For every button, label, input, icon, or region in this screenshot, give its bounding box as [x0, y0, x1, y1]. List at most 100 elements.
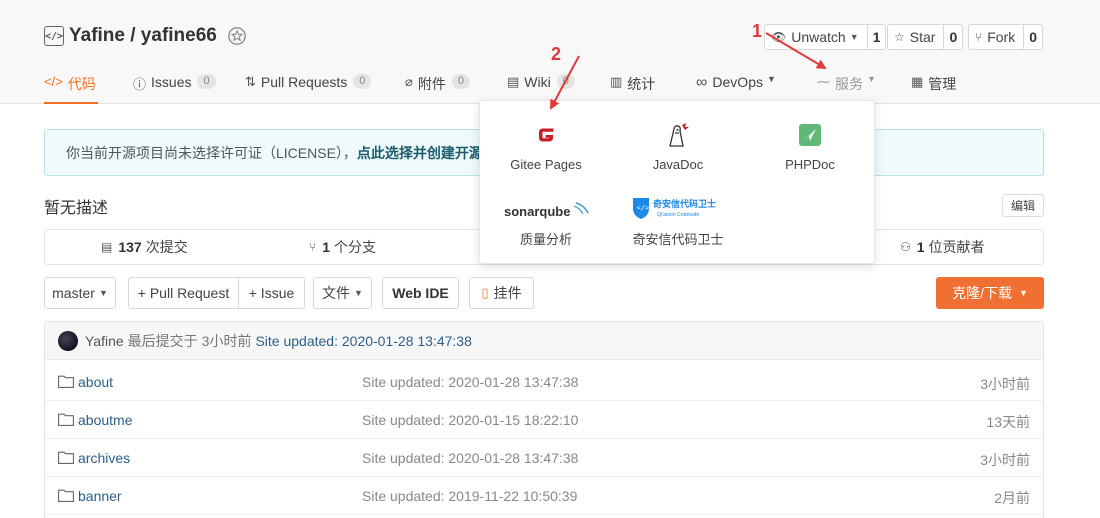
list-item[interactable]: archives Site updated: 2020-01-28 13:47:… — [45, 439, 1043, 477]
file-list: Yafine 最后提交于 3小时前 Site updated: 2020-01-… — [44, 321, 1044, 518]
contributors-label: 位贡献者 — [928, 239, 985, 255]
notice-text: 你当前开源项目尚未选择许可证（LICENSE）， — [66, 144, 357, 161]
star-button[interactable]: ☆ Star — [887, 24, 944, 50]
watch-count[interactable]: 1 — [866, 24, 887, 50]
issue-icon: ⓘ — [133, 77, 147, 92]
recommend-badge-icon — [228, 27, 246, 45]
branch-select[interactable]: master ▼ — [44, 277, 116, 309]
fork-button[interactable]: ⑂ Fork — [968, 24, 1024, 50]
phpdoc-icon — [799, 124, 821, 146]
file-commit-message[interactable]: Site updated: 2020-01-28 13:47:38 — [362, 374, 578, 390]
menu-item-label: 奇安信代码卫士 — [632, 232, 724, 247]
tab-issues[interactable]: ⓘ Issues 0 — [133, 68, 216, 104]
tab-label: 服务 — [835, 76, 863, 92]
file-commit-message[interactable]: Site updated: 2020-01-15 18:22:10 — [362, 412, 578, 428]
tab-wiki[interactable]: ▤ Wiki 0 — [507, 68, 575, 104]
folder-icon — [58, 489, 74, 502]
annotation-label-1: 1 — [752, 21, 763, 41]
commits-count: 137 — [118, 239, 142, 255]
clone-label: 克隆/下载 — [952, 285, 1012, 301]
javadoc-icon — [669, 123, 689, 147]
menu-item-label: Gitee Pages — [510, 157, 582, 172]
edit-description-button[interactable]: 编辑 — [1002, 194, 1044, 217]
unwatch-label: Unwatch — [791, 29, 846, 45]
commits-stat[interactable]: ▤ 137 次提交 — [101, 230, 188, 264]
menu-item-label: JavaDoc — [652, 157, 704, 172]
infinity-icon: ∞ — [696, 74, 708, 91]
commit-author[interactable]: Yafine — [85, 333, 124, 349]
annotation-label-2: 2 — [551, 44, 562, 64]
menu-item-label: PHPDoc — [785, 157, 835, 172]
commits-label: 次提交 — [145, 239, 188, 255]
tab-manage[interactable]: ▦ 管理 — [911, 68, 956, 104]
folder-icon — [58, 451, 74, 464]
star-icon: ☆ — [894, 30, 905, 44]
star-group: ☆ Star 0 — [887, 24, 964, 50]
tab-count: 0 — [353, 74, 372, 89]
tab-pull-requests[interactable]: ⇅ Pull Requests 0 — [245, 68, 372, 104]
tab-attachments[interactable]: ⌀ 附件 0 — [405, 68, 470, 104]
fork-icon: ⑂ — [975, 30, 983, 44]
branches-count: 1 — [322, 239, 330, 255]
list-item[interactable]: about Site updated: 2020-01-28 13:47:38 … — [45, 363, 1043, 401]
repo-owner-name[interactable]: Yafine / yafine66 — [69, 25, 217, 47]
tab-services[interactable]: ⁓ 服务 ▼ — [817, 68, 876, 104]
avatar[interactable] — [58, 330, 78, 351]
menu-item-phpdoc[interactable]: PHPDoc — [744, 101, 876, 183]
star-count[interactable]: 0 — [943, 24, 964, 50]
services-dropdown: Gitee Pages JavaDoc PHPDoc sonarqube 质量分… — [479, 100, 875, 264]
contributors-stat[interactable]: ⚇ 1 位贡献者 — [900, 230, 985, 264]
qianxin-codesafe-icon: </> 奇安信代码卫士 Qi'anxin Codesafe — [633, 198, 716, 219]
chevron-down-icon: ▼ — [98, 288, 108, 298]
tab-label: DevOps — [712, 74, 763, 90]
svg-text:</>: </> — [637, 204, 650, 212]
star-label: Star — [909, 29, 936, 45]
commit-prefix: 最后提交于 — [127, 332, 198, 349]
menu-item-qianxin-codesafe[interactable]: </> 奇安信代码卫士 Qi'anxin Codesafe 奇安信代码卫士 — [612, 191, 744, 261]
branches-stat[interactable]: ⑂ 1 个分支 — [309, 230, 376, 264]
repo-code-icon: </> — [44, 26, 64, 46]
list-item[interactable]: banner Site updated: 2019-11-22 10:50:39… — [45, 477, 1043, 515]
settings-doc-icon: ▦ — [911, 74, 924, 89]
new-issue-button[interactable]: + Issue — [238, 277, 305, 309]
file-commit-message[interactable]: Site updated: 2019-11-22 10:50:39 — [362, 488, 577, 504]
file-commit-message[interactable]: Site updated: 2020-01-28 13:47:38 — [362, 450, 578, 466]
file-time: 13天前 — [986, 414, 1030, 430]
menu-item-gitee-pages[interactable]: Gitee Pages — [480, 101, 612, 183]
chevron-down-icon: ▼ — [766, 74, 776, 84]
list-item[interactable]: aboutme Site updated: 2020-01-15 18:22:1… — [45, 401, 1043, 439]
tab-code[interactable]: </> 代码 — [44, 68, 98, 104]
new-pull-request-button[interactable]: + Pull Request — [128, 277, 239, 309]
file-name[interactable]: about — [78, 374, 113, 390]
branch-name: master — [52, 285, 95, 301]
menu-item-javadoc[interactable]: JavaDoc — [612, 101, 744, 183]
pulse-icon: ⁓ — [817, 74, 830, 89]
commit-time: 3小时前 — [201, 332, 252, 349]
contributors-count: 1 — [916, 239, 925, 255]
watch-group: 👁 Unwatch ▼ 1 — [764, 24, 887, 50]
paperclip-icon: ⌀ — [405, 74, 413, 89]
repo-description: 暂无描述 — [44, 200, 109, 217]
tab-statistics[interactable]: ▥ 统计 — [610, 68, 655, 104]
file-name[interactable]: archives — [78, 450, 130, 466]
tab-devops[interactable]: ∞ DevOps ▼ — [696, 68, 776, 104]
qianxin-logo-text: 奇安信代码卫士 — [653, 198, 716, 210]
menu-item-label: 质量分析 — [519, 232, 572, 247]
bar-chart-icon: ▥ — [610, 74, 623, 89]
file-name[interactable]: banner — [78, 488, 122, 504]
files-menu-button[interactable]: 文件 ▼ — [313, 277, 372, 309]
clone-download-button[interactable]: 克隆/下载 ▼ — [936, 277, 1044, 309]
unwatch-button[interactable]: 👁 Unwatch ▼ — [764, 24, 867, 50]
widgets-button[interactable]: ▯ 挂件 — [469, 277, 534, 309]
create-license-link[interactable]: 点此选择并创建开源 — [357, 143, 483, 163]
file-name[interactable]: aboutme — [78, 412, 132, 428]
fork-count[interactable]: 0 — [1023, 24, 1043, 50]
tab-count: 0 — [451, 74, 470, 89]
file-time: 3小时前 — [980, 376, 1030, 392]
web-ide-button[interactable]: Web IDE — [382, 277, 459, 309]
commit-message[interactable]: Site updated: 2020-01-28 13:47:38 — [255, 333, 471, 349]
menu-item-quality-analysis[interactable]: sonarqube 质量分析 — [480, 191, 612, 261]
branch-icon: ⑂ — [309, 240, 317, 254]
gitee-pages-icon — [539, 128, 554, 142]
tab-label: 统计 — [627, 76, 656, 92]
